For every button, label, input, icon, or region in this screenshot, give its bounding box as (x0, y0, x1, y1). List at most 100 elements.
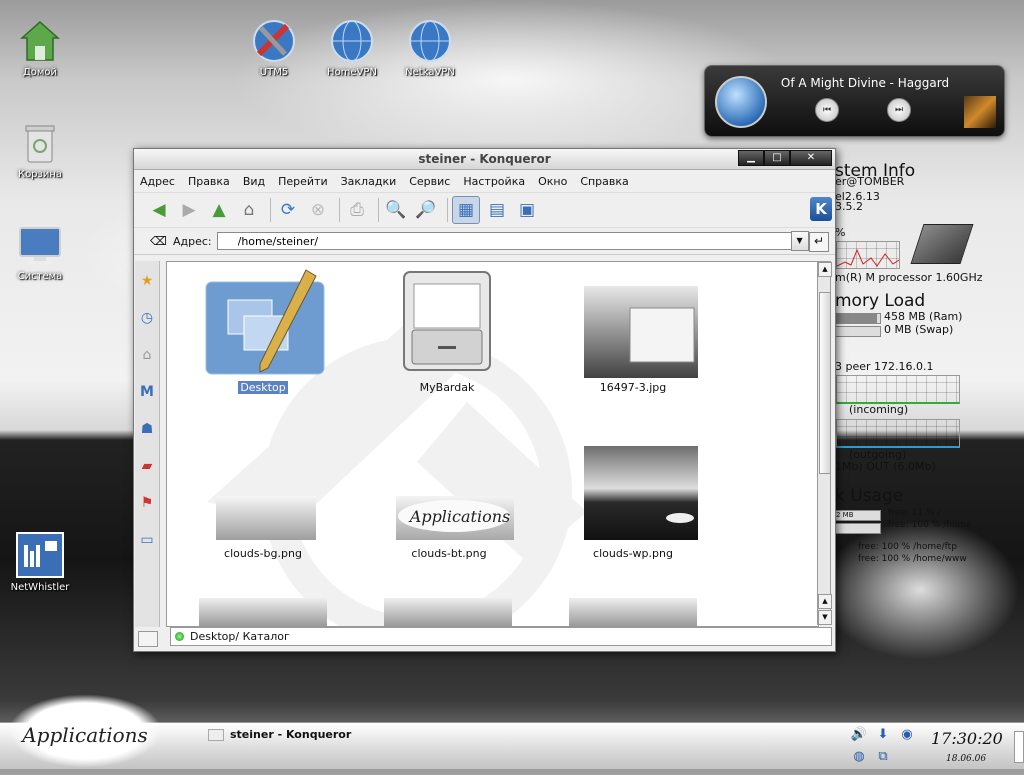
network-icon[interactable]: ☗ (136, 415, 158, 443)
root-folder-icon[interactable]: ▰ (136, 452, 158, 480)
menu-view[interactable]: Вид (243, 175, 265, 188)
media-icon[interactable]: M (136, 378, 158, 406)
stop-icon[interactable]: ⊗ (305, 197, 331, 223)
desktop-icon-label: HomeVPN (327, 67, 377, 78)
file-item-clouds-wp[interactable]: clouds-wp.png (553, 444, 713, 560)
go-icon[interactable]: ↵ (809, 232, 829, 252)
print-icon[interactable]: ⎙ (344, 197, 370, 223)
tray-network-icon[interactable]: ⧉ (874, 749, 892, 765)
scroll-up-icon[interactable]: ▲ (818, 262, 832, 277)
download-arrow-icon[interactable]: ⬇ (874, 727, 892, 743)
taskbar-scroll-edge[interactable] (1014, 731, 1024, 763)
scroll-thumb[interactable] (819, 292, 831, 474)
desktop-icon-trash[interactable]: Корзина (0, 122, 80, 180)
tree-view-icon[interactable]: ▤ (484, 197, 510, 223)
menu-bookmarks[interactable]: Закладки (341, 175, 397, 188)
reload-icon[interactable]: ⟳ (275, 197, 301, 223)
desktop-icon-label: NetWhistler (10, 582, 70, 593)
location-bar: ⌫ Адрес: ▼ ↵ (134, 228, 835, 255)
menu-window[interactable]: Окно (538, 175, 567, 188)
history-clock-icon[interactable]: ◷ (136, 304, 158, 332)
file-name: Desktop (238, 381, 288, 394)
swap-bar (835, 326, 881, 337)
svg-text:Applications: Applications (408, 507, 510, 526)
maximize-button[interactable]: □ (764, 150, 790, 166)
file-item-clouds-bg[interactable]: clouds-bg.png (183, 444, 343, 560)
menu-tools[interactable]: Сервис (409, 175, 450, 188)
desktop-icon-netwhistler[interactable]: NetWhistler (0, 531, 80, 593)
forward-arrow-icon[interactable]: ▶ (176, 197, 202, 223)
status-bar: Desktop/ Каталог (170, 627, 832, 646)
disk-free-ftp: free: 100 % /home/ftp (858, 542, 957, 552)
scroll-up-icon[interactable]: ▲ (818, 594, 832, 609)
file-item-partial[interactable] (384, 598, 512, 626)
taskbar-item-konqueror[interactable]: steiner - Konqueror (208, 728, 351, 741)
icon-view-icon[interactable]: ▦ (452, 196, 480, 224)
menu-go[interactable]: Перейти (278, 175, 328, 188)
window-titlebar[interactable]: steiner - Konqueror ▁ □ ✕ (134, 149, 835, 170)
next-track-button[interactable]: ⏭ (887, 98, 911, 122)
file-item-16497-3[interactable]: 16497-3.jpg (553, 268, 713, 394)
file-item-desktop[interactable]: Desktop (183, 268, 343, 394)
file-item-clouds-bt[interactable]: Applications clouds-bt.png (369, 444, 529, 560)
zoom-in-icon[interactable]: 🔎 (413, 197, 439, 223)
image-thumbnail (584, 286, 712, 386)
album-art (964, 96, 996, 128)
menu-settings[interactable]: Настройка (463, 175, 525, 188)
location-input[interactable] (216, 232, 792, 250)
cloud-decoration (820, 520, 1020, 660)
date: 18.06.06 (946, 754, 987, 764)
outgoing-graph (836, 419, 960, 448)
previous-track-button[interactable]: ⏮ (815, 98, 839, 122)
menu-help[interactable]: Справка (580, 175, 628, 188)
incoming-label: (incoming) (849, 403, 909, 416)
file-item-partial[interactable] (199, 598, 327, 626)
zoom-out-icon[interactable]: 🔍 (383, 197, 409, 223)
clear-location-icon[interactable]: ⌫ (150, 234, 167, 248)
tray-globe-icon[interactable]: ◍ (850, 749, 868, 765)
services-icon[interactable]: ⚑ (136, 489, 158, 517)
volume-icon[interactable]: 🔊 (850, 727, 868, 743)
traffic-totals: 1Mb) OUT (6.0Mb) (835, 460, 936, 473)
status-text: Desktop/ Каталог (190, 630, 290, 643)
desktop-icon-homevpn[interactable]: HomeVPN (312, 18, 392, 78)
up-arrow-icon[interactable]: ▲ (206, 197, 232, 223)
desktop-icon-netkavpn[interactable]: NetkaVPN (390, 18, 470, 78)
desktop-folder-icon (205, 269, 325, 375)
disk-bar: 2 MB (835, 510, 881, 521)
sysinfo-cpu-percent: % (835, 226, 846, 239)
vertical-scrollbar[interactable]: ▲ ▲ ▼ (817, 261, 832, 625)
image-view-icon[interactable]: ▣ (514, 197, 540, 223)
close-button[interactable]: ✕ (790, 150, 832, 166)
desktop-icon-system[interactable]: Система (0, 224, 80, 282)
minimize-button[interactable]: ▁ (738, 150, 764, 166)
file-name: clouds-wp.png (593, 547, 673, 560)
file-name: 16497-3.jpg (599, 381, 667, 394)
memory-title: mory Load (835, 291, 926, 311)
desktop-icon-home[interactable]: Домой (0, 20, 80, 78)
desktop-icon-label: UTM5 (259, 67, 289, 78)
desktop-icon-utm5[interactable]: UTM5 (234, 18, 314, 78)
clock[interactable]: 17:30:20 (931, 729, 1003, 748)
scroll-down-icon[interactable]: ▼ (818, 610, 832, 625)
menu-edit[interactable]: Правка (188, 175, 230, 188)
file-item-mybardak[interactable]: MyBardak (367, 268, 527, 394)
sidebar-folder-icon[interactable]: ▭ (136, 526, 158, 554)
back-arrow-icon[interactable]: ◀ (146, 197, 172, 223)
location-dropdown-icon[interactable]: ▼ (790, 231, 809, 251)
taskbar: Applications steiner - Konqueror 🔊 ⬇ ◉ ◍… (0, 695, 1024, 769)
home-folder-icon[interactable]: ⌂ (136, 341, 158, 369)
globe-icon (331, 20, 373, 62)
home-icon[interactable]: ⌂ (236, 197, 262, 223)
network-globe-icon[interactable]: ◉ (898, 727, 916, 743)
menu-address[interactable]: Адрес (140, 175, 175, 188)
ram-label: 458 MB (Ram) (884, 310, 963, 323)
applications-menu-button[interactable]: Applications (10, 695, 160, 767)
file-name: clouds-bt.png (411, 547, 487, 560)
bookmarks-star-icon[interactable]: ★ (136, 267, 158, 295)
sysinfo-kde-version: 3.5.2 (835, 200, 863, 213)
file-item-partial[interactable] (569, 598, 697, 626)
sidebar-toggle-button[interactable] (138, 631, 158, 647)
folder-cabinet-icon (403, 271, 491, 371)
window-icon (208, 728, 224, 741)
